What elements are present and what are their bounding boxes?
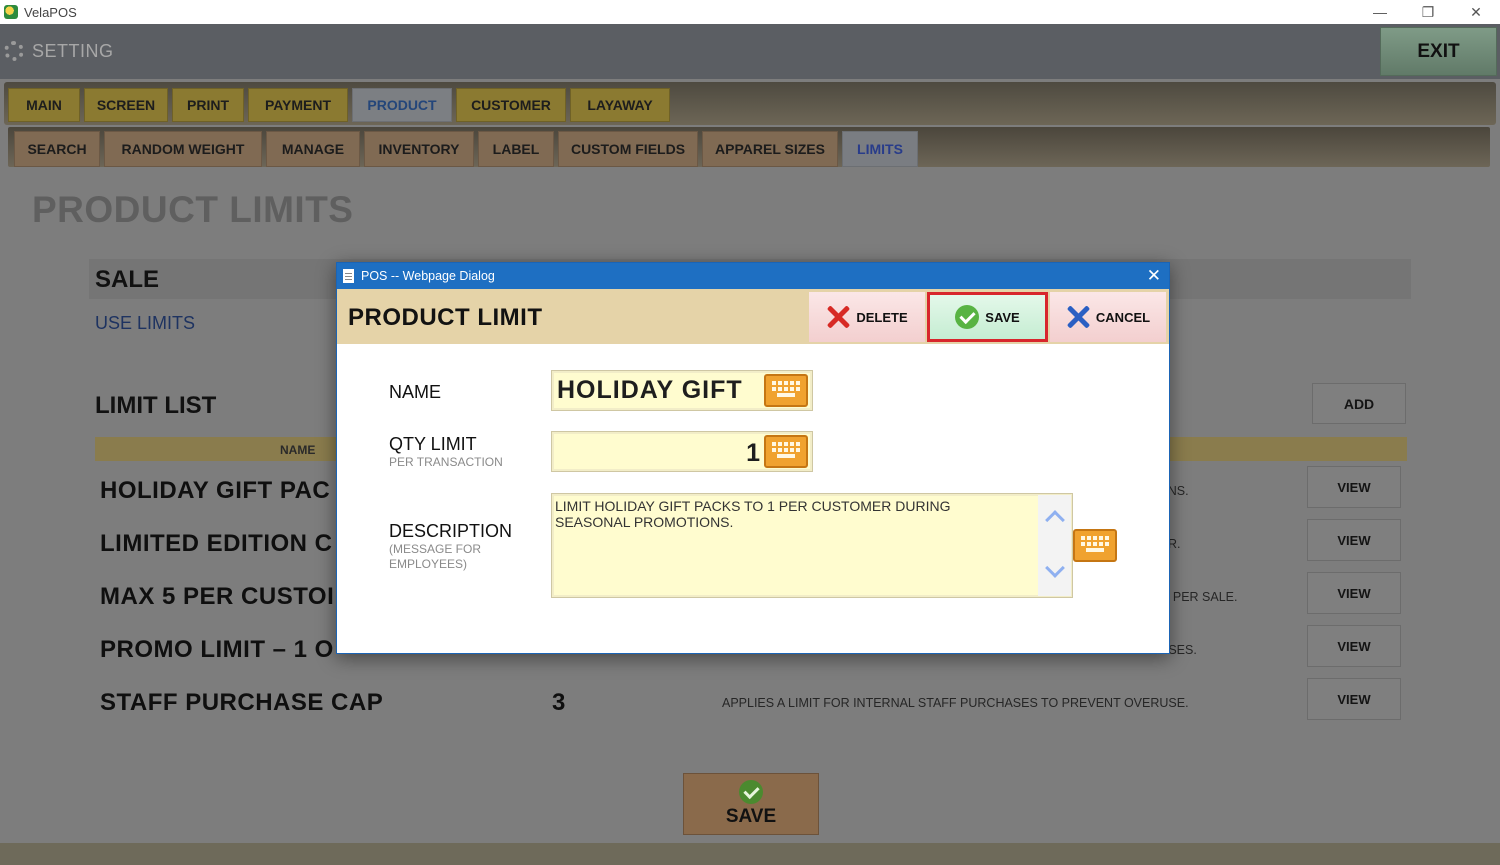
column-header-name: NAME bbox=[280, 443, 316, 457]
checkmark-icon bbox=[739, 780, 763, 804]
save-label: SAVE bbox=[985, 309, 1020, 325]
minimize-icon[interactable]: — bbox=[1356, 0, 1404, 24]
tab-payment[interactable]: PAYMENT bbox=[248, 88, 348, 122]
view-button[interactable]: VIEW bbox=[1307, 678, 1401, 720]
use-limits-toggle[interactable]: USE LIMITS bbox=[95, 313, 195, 334]
name-value: HOLIDAY GIFT bbox=[557, 376, 743, 404]
subtab-random-weight[interactable]: RANDOM WEIGHT bbox=[104, 131, 262, 167]
footer-bar bbox=[0, 843, 1500, 865]
settings-header: SETTING EXIT bbox=[0, 24, 1500, 79]
description-label: DESCRIPTION bbox=[389, 521, 513, 541]
tab-customer[interactable]: CUSTOMER bbox=[456, 88, 566, 122]
window-title: VelaPOS bbox=[24, 4, 77, 20]
subtab-limits[interactable]: LIMITS bbox=[842, 131, 918, 167]
cancel-button[interactable]: CANCEL bbox=[1050, 292, 1166, 342]
product-limit-dialog: POS -- Webpage Dialog ✕ PRODUCT LIMIT DE… bbox=[336, 262, 1170, 654]
limit-row-description: T PER SALE. bbox=[1162, 590, 1238, 604]
description-value: LIMIT HOLIDAY GIFT PACKS TO 1 PER CUSTOM… bbox=[555, 498, 951, 530]
subtab-label[interactable]: LABEL bbox=[478, 131, 554, 167]
cancel-x-icon bbox=[1066, 305, 1090, 329]
limit-row-description: APPLIES A LIMIT FOR INTERNAL STAFF PURCH… bbox=[722, 696, 1189, 710]
subtab-apparel-sizes[interactable]: APPAREL SIZES bbox=[702, 131, 838, 167]
save-button[interactable]: SAVE bbox=[927, 292, 1048, 342]
page-save-label: SAVE bbox=[725, 806, 777, 827]
description-sublabel-1: (MESSAGE FOR bbox=[389, 542, 482, 556]
dialog-close-icon[interactable]: ✕ bbox=[1147, 266, 1161, 286]
add-limit-button[interactable]: ADD bbox=[1312, 383, 1406, 424]
limit-row-name: MAX 5 PER CUSTOI bbox=[100, 583, 335, 610]
description-scrollbar[interactable] bbox=[1038, 495, 1071, 596]
tab-layaway[interactable]: LAYAWAY bbox=[570, 88, 670, 122]
header-title: SETTING bbox=[32, 41, 114, 61]
limit-row-name: HOLIDAY GIFT PAC bbox=[100, 477, 331, 504]
subtab-search[interactable]: SEARCH bbox=[14, 131, 100, 167]
document-icon bbox=[343, 269, 354, 283]
sub-tabbar: SEARCH RANDOM WEIGHT MANAGE INVENTORY LA… bbox=[8, 127, 1490, 167]
app-logo-icon bbox=[4, 5, 18, 19]
limit-row-name: PROMO LIMIT – 1 O bbox=[100, 636, 334, 663]
window-controls: — ❐ ✕ bbox=[1356, 0, 1500, 24]
view-button[interactable]: VIEW bbox=[1307, 519, 1401, 561]
chevron-up-icon[interactable] bbox=[1045, 510, 1065, 530]
dialog-titlebar: POS -- Webpage Dialog ✕ bbox=[337, 263, 1169, 289]
view-button[interactable]: VIEW bbox=[1307, 572, 1401, 614]
close-icon[interactable]: ✕ bbox=[1452, 0, 1500, 24]
qty-limit-sublabel: PER TRANSACTION bbox=[389, 455, 503, 469]
limit-row-name: STAFF PURCHASE CAP bbox=[100, 689, 384, 716]
name-label: NAME bbox=[389, 382, 442, 402]
page-save-button[interactable]: SAVE bbox=[683, 773, 819, 835]
description-sublabel-2: EMPLOYEES) bbox=[389, 557, 468, 571]
tab-screen[interactable]: SCREEN bbox=[84, 88, 168, 122]
dialog-title: PRODUCT LIMIT bbox=[348, 304, 543, 331]
window-titlebar: VelaPOS — ❐ ✕ bbox=[0, 0, 1500, 24]
subtab-inventory[interactable]: INVENTORY bbox=[364, 131, 474, 167]
tab-product[interactable]: PRODUCT bbox=[352, 88, 452, 122]
tab-main[interactable]: MAIN bbox=[8, 88, 80, 122]
dialog-header: PRODUCT LIMIT DELETE SAVE CANCEL bbox=[337, 289, 1169, 344]
limit-row-qty: 3 bbox=[552, 689, 566, 716]
dialog-window-title: POS -- Webpage Dialog bbox=[361, 269, 495, 283]
page-title: PRODUCT LIMITS bbox=[32, 189, 354, 230]
delete-x-icon bbox=[826, 305, 850, 329]
limit-row-name: LIMITED EDITION C bbox=[100, 530, 333, 557]
delete-label: DELETE bbox=[856, 309, 908, 325]
subtab-custom-fields[interactable]: CUSTOM FIELDS bbox=[558, 131, 698, 167]
limit-row: STAFF PURCHASE CAP 3 APPLIES A LIMIT FOR… bbox=[8, 678, 1490, 742]
main-tabbar: MAIN SCREEN PRINT PAYMENT PRODUCT CUSTOM… bbox=[4, 82, 1496, 125]
view-button[interactable]: VIEW bbox=[1307, 625, 1401, 667]
delete-button[interactable]: DELETE bbox=[809, 292, 925, 342]
qty-limit-label: QTY LIMIT bbox=[389, 434, 477, 454]
tab-print[interactable]: PRINT bbox=[172, 88, 244, 122]
checkmark-icon bbox=[955, 305, 980, 329]
keyboard-icon[interactable] bbox=[1073, 529, 1117, 562]
cancel-label: CANCEL bbox=[1095, 309, 1151, 325]
keyboard-icon[interactable] bbox=[764, 374, 808, 407]
qty-limit-value: 1 bbox=[746, 439, 760, 467]
keyboard-icon[interactable] bbox=[764, 435, 808, 468]
subtab-manage[interactable]: MANAGE bbox=[266, 131, 360, 167]
restore-icon[interactable]: ❐ bbox=[1404, 0, 1452, 24]
sale-section-title: SALE bbox=[95, 266, 160, 293]
gear-icon bbox=[4, 41, 24, 61]
exit-button[interactable]: EXIT bbox=[1380, 27, 1497, 76]
limit-list-title: LIMIT LIST bbox=[95, 392, 217, 419]
view-button[interactable]: VIEW bbox=[1307, 466, 1401, 508]
description-field[interactable]: LIMIT HOLIDAY GIFT PACKS TO 1 PER CUSTOM… bbox=[551, 493, 1073, 598]
chevron-down-icon[interactable] bbox=[1045, 558, 1065, 578]
